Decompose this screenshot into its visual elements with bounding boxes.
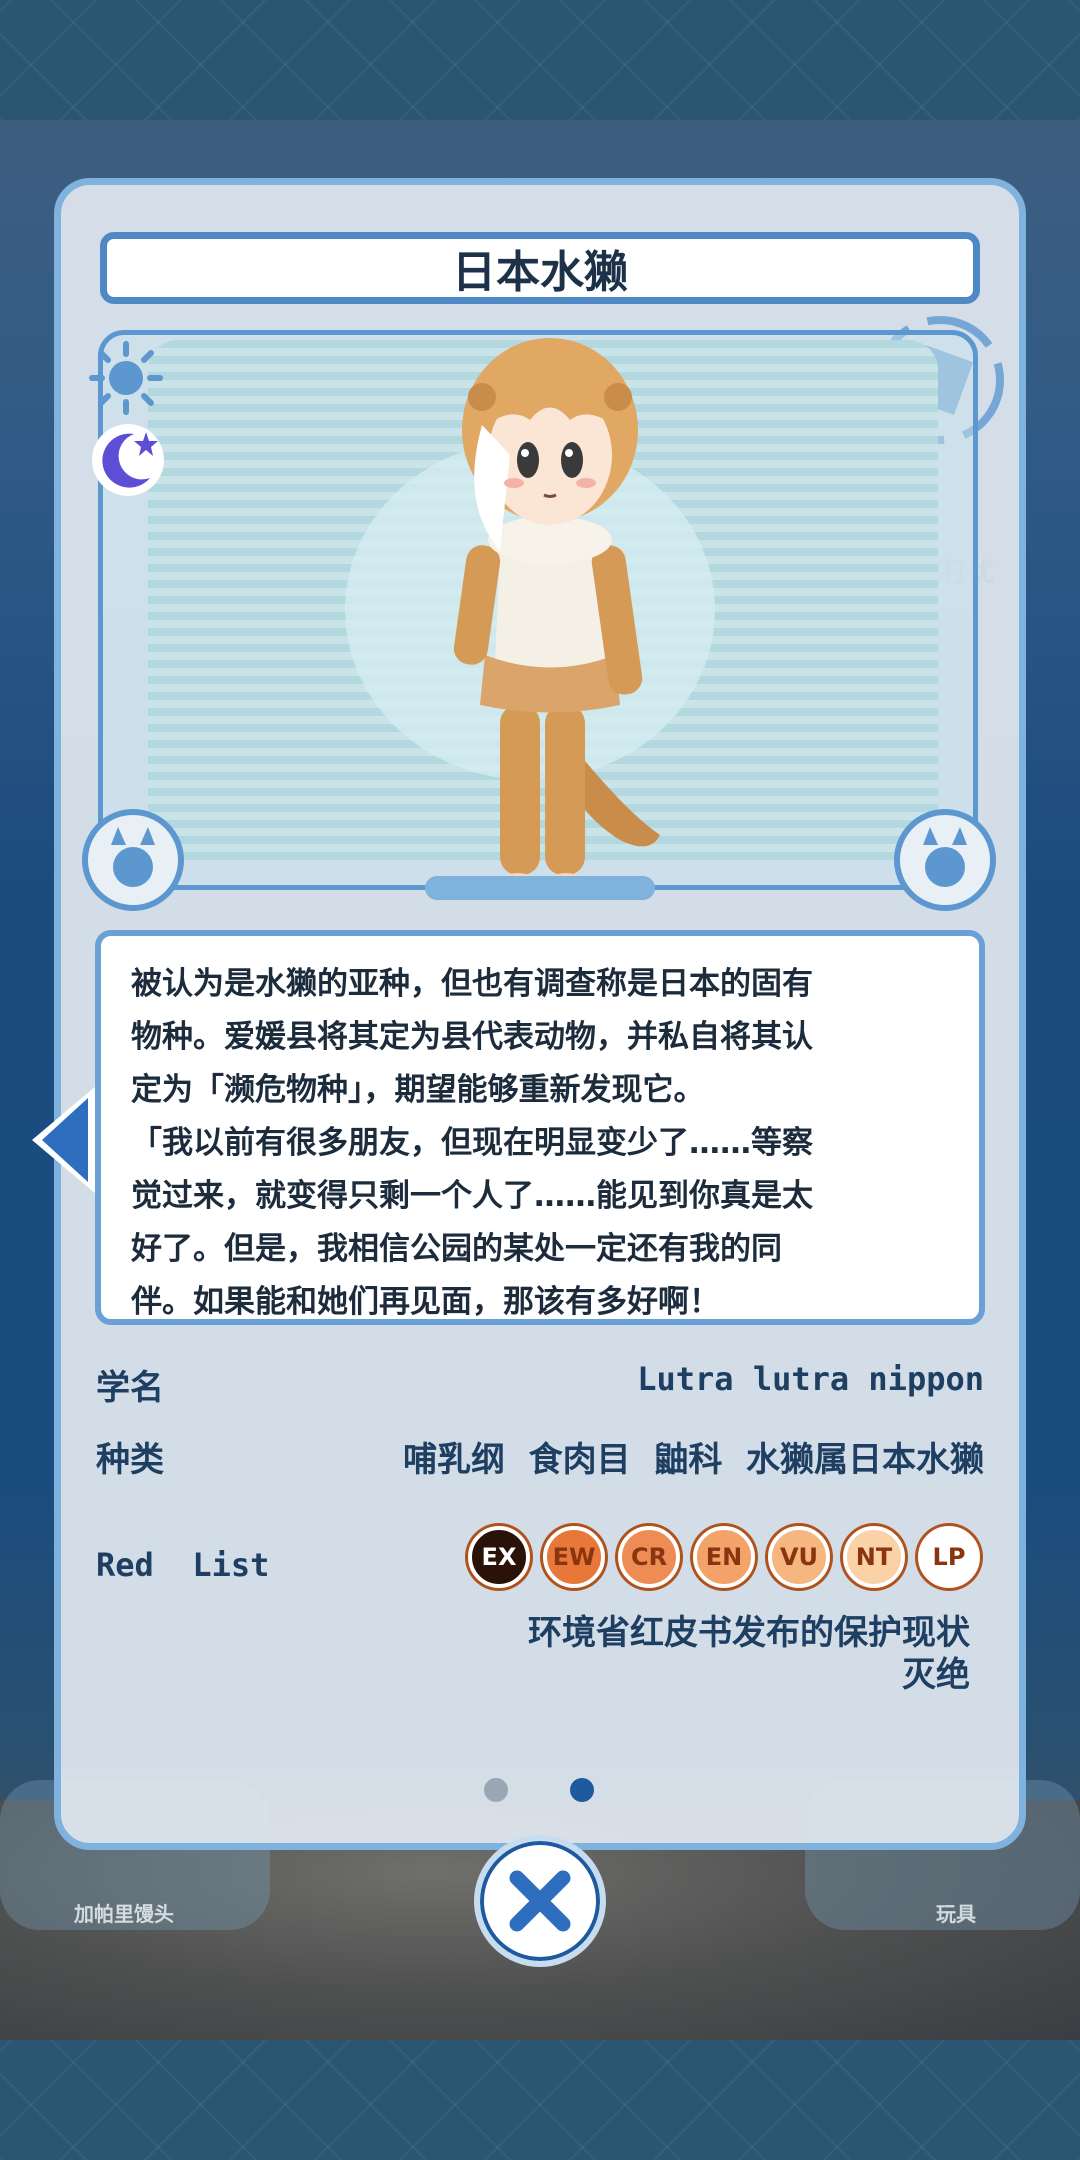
close-icon (509, 1870, 571, 1932)
pager-dot-2[interactable] (570, 1778, 594, 1802)
left-arrow-icon[interactable] (22, 1080, 102, 1200)
card-title-bar: 日本水獭 (100, 232, 980, 304)
red-list-badge-cr: CR (618, 1526, 680, 1588)
red-list-badge-vu: VU (768, 1526, 830, 1588)
top-band (0, 0, 1080, 120)
close-button[interactable] (474, 1835, 606, 1967)
taxonomy-label: 种类 (96, 1440, 164, 1480)
red-list-badge-ex: EX (468, 1526, 530, 1588)
scientific-name-label: 学名 (96, 1368, 164, 1408)
description-text: 被认为是水獭的亚种，但也有调查称是日本的固有 物种。爱媛县将其定为县代表动物，并… (131, 966, 813, 1320)
conservation-status: 环境省红皮书发布的保护现状 灭绝 (528, 1612, 970, 1696)
moon-star-icon (92, 424, 164, 496)
background-label-left: 加帕里馒头 (74, 1902, 174, 1926)
red-list-badge-nt: NT (843, 1526, 905, 1588)
red-list-badge-lp: LP (918, 1526, 980, 1588)
paw-ornament-right (894, 809, 996, 911)
character-portrait (453, 338, 660, 893)
status-title: 环境省红皮书发布的保护现状 (528, 1613, 970, 1653)
status-value: 灭绝 (902, 1655, 970, 1695)
paw-ornament-left (82, 809, 184, 911)
red-list-badge-en: EN (693, 1526, 755, 1588)
red-list-badge-ew: EW (543, 1526, 605, 1588)
sun-icon (89, 341, 163, 415)
taxonomy-value: 哺乳纲 食肉目 鼬科 水獭属日本水獭 (402, 1440, 984, 1480)
description-box[interactable]: 被认为是水獭的亚种，但也有调查称是日本的固有 物种。爱媛县将其定为县代表动物，并… (95, 930, 985, 1325)
card-title: 日本水獭 (452, 247, 628, 298)
bottom-band (0, 2040, 1080, 2160)
scientific-name-value: Lutra lutra nippon (637, 1360, 984, 1398)
background-label-right: 玩具 (936, 1902, 976, 1926)
red-list-label: Red List (96, 1546, 270, 1584)
portrait-base-bar (425, 876, 655, 900)
pager-dot-1[interactable] (484, 1778, 508, 1802)
